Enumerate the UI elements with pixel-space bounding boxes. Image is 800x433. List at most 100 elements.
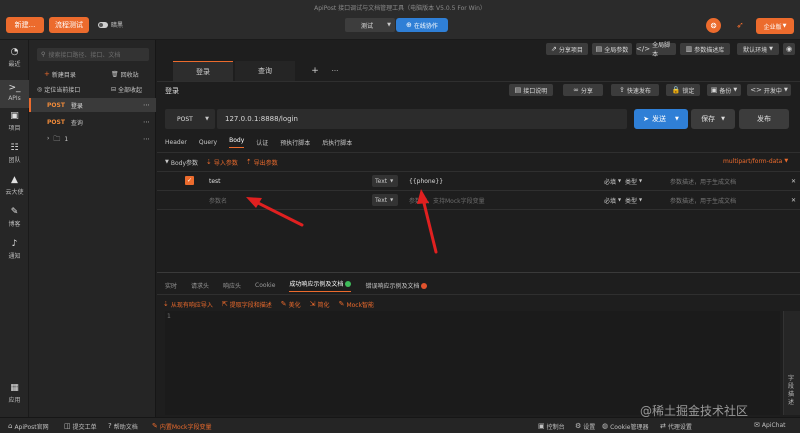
beautify-button[interactable]: ✎ 美化 bbox=[281, 300, 301, 310]
share-project-button[interactable]: ⇗ 分享项目 bbox=[546, 43, 588, 55]
param-desc-lib-button[interactable]: ▥ 参数描述库 bbox=[680, 43, 730, 55]
tree-item-query[interactable]: POST 查询 ⋯ bbox=[29, 115, 156, 129]
import-response-button[interactable]: ⇣ 从现有响应导入 bbox=[163, 300, 213, 310]
label: 控制台 bbox=[546, 424, 565, 431]
chevron-down-icon: ▼ bbox=[675, 115, 679, 122]
api-doc-button[interactable]: ▤ 接口说明 bbox=[509, 84, 553, 96]
param-desc-input[interactable]: 参数描述，用于生成文档 bbox=[670, 193, 736, 207]
submit-ticket-link[interactable]: ◫ 提交工单 bbox=[64, 422, 97, 432]
publish-button[interactable]: 发布 bbox=[739, 109, 789, 129]
resp-tab-req-header[interactable]: 请求头 bbox=[191, 281, 209, 290]
proxy-settings-button[interactable]: ⇄ 代理设置 bbox=[660, 422, 692, 432]
tab-more-button[interactable]: ··· bbox=[327, 61, 343, 81]
env-select[interactable]: 测试 ▼ bbox=[345, 18, 395, 32]
cookie-manager-button[interactable]: ◍ Cookie管理器 bbox=[602, 422, 648, 432]
tree-item-login[interactable]: POST 登录 ⋯ bbox=[29, 98, 156, 112]
url-input[interactable]: 127.0.0.1:8888/login bbox=[217, 109, 627, 129]
rail-item-apps[interactable]: ▦ 应用 bbox=[0, 384, 29, 412]
backup-button[interactable]: ▣ 备份 ▼ bbox=[707, 84, 741, 96]
more-icon[interactable]: ⋯ bbox=[143, 118, 150, 126]
subtab-body[interactable]: Body bbox=[229, 137, 245, 148]
resp-tab-success[interactable]: 成功响应示例及文档 bbox=[289, 279, 352, 292]
tab-query[interactable]: 查询 bbox=[235, 61, 295, 81]
rail-item-recent[interactable]: ◔ 最近 bbox=[0, 48, 29, 76]
code-editor[interactable]: 1 bbox=[165, 311, 780, 415]
rail-item-notify[interactable]: ♪ 通知 bbox=[0, 240, 29, 268]
resp-tab-resp-header[interactable]: 响应头 bbox=[223, 281, 241, 290]
apichat-button[interactable]: ✉ ApiChat bbox=[754, 422, 785, 430]
enterprise-button[interactable]: 企业版 ▼ bbox=[756, 18, 794, 34]
rail-item-blog[interactable]: ✎ 博客 bbox=[0, 208, 29, 236]
subtab-header[interactable]: Header bbox=[165, 139, 187, 146]
mock-vars-link[interactable]: ✎ 内置Mock字段变量 bbox=[152, 422, 212, 432]
theme-toggle[interactable]: 暗黑 bbox=[98, 20, 123, 29]
more-icon[interactable]: ⋯ bbox=[143, 101, 150, 109]
locate-button[interactable]: ◎ 定位当前接口 bbox=[37, 85, 80, 94]
save-button[interactable]: 保存 ▼ bbox=[691, 109, 735, 129]
settings-button[interactable]: ⚙ 设置 bbox=[575, 422, 595, 432]
delete-row-icon[interactable]: ✕ bbox=[791, 193, 796, 207]
row-checkbox[interactable]: ✓ bbox=[185, 176, 194, 185]
param-value-input[interactable]: 参数值，支持Mock字段变量 bbox=[409, 193, 485, 207]
content-type-select[interactable]: multipart/form-data ▼ bbox=[723, 158, 788, 165]
subtab-query[interactable]: Query bbox=[199, 139, 217, 146]
export-params-button[interactable]: ⇡ 导出参数 bbox=[246, 158, 278, 168]
status-select[interactable]: <> 开发中 ▼ bbox=[747, 84, 791, 96]
import-params-button[interactable]: ⇣ 导入参数 bbox=[206, 158, 238, 168]
global-params-button[interactable]: ▤ 全局参数 bbox=[592, 43, 632, 55]
rail-item-apis[interactable]: >_ APIs bbox=[0, 80, 29, 108]
rail-item-ambassador[interactable]: ▲ 云大使 bbox=[0, 176, 29, 204]
help-docs-link[interactable]: ? 帮助文档 bbox=[108, 422, 138, 432]
tab-add-button[interactable]: + bbox=[307, 61, 323, 81]
param-key-input[interactable]: 参数名 bbox=[209, 193, 227, 207]
process-test-button[interactable]: 流程测试 bbox=[49, 17, 89, 33]
global-script-button[interactable]: </> 全局脚本 bbox=[636, 42, 676, 58]
chevron-down-icon: ▼ bbox=[639, 178, 643, 183]
extract-fields-button[interactable]: ⇱ 提取字段和描述 bbox=[222, 300, 272, 310]
subtab-pre-script[interactable]: 预执行脚本 bbox=[280, 138, 310, 147]
mock-icon: ✎ bbox=[338, 300, 345, 308]
tree-search-input[interactable]: ⚲ 搜索接口路径、接口、文档 bbox=[37, 48, 149, 61]
body-params-toggle[interactable]: ▼ Body参数 bbox=[165, 158, 198, 168]
send-button[interactable]: ➤ 发送 ▼ bbox=[634, 109, 688, 129]
param-value[interactable]: {{phone}} bbox=[409, 174, 443, 188]
share-button[interactable]: ∞ 分享 bbox=[563, 84, 603, 96]
recycle-button[interactable]: 🗑 回收站 bbox=[111, 70, 139, 79]
collab-button[interactable]: ⊕ 在线协作 bbox=[396, 18, 448, 32]
rocket-icon[interactable]: ➶ bbox=[734, 18, 746, 33]
rail-item-team[interactable]: ☷ 团队 bbox=[0, 144, 29, 172]
tab-login[interactable]: 登录 bbox=[173, 61, 233, 81]
tree-folder-1[interactable]: › 🗀 1 ⋯ bbox=[29, 132, 156, 146]
required-select[interactable]: 必填 ▼ bbox=[604, 193, 621, 207]
console-button[interactable]: ▣ 控制台 bbox=[538, 422, 565, 432]
ptype-select[interactable]: 类型 ▼ bbox=[625, 193, 642, 207]
param-key[interactable]: test bbox=[209, 174, 221, 188]
param-desc-input[interactable]: 参数描述，用于生成文档 bbox=[670, 174, 736, 188]
apipost-site-link[interactable]: ⌂ ApiPost官网 bbox=[8, 422, 49, 432]
subtab-post-script[interactable]: 后执行脚本 bbox=[322, 138, 352, 147]
gift-icon[interactable]: ❂ bbox=[706, 18, 721, 33]
mock-smart-button[interactable]: ✎ Mock智能 bbox=[338, 300, 375, 310]
default-env-select[interactable]: 默认环境 ▼ bbox=[737, 43, 779, 55]
simplify-button[interactable]: ⇲ 简化 bbox=[310, 300, 330, 310]
eye-button[interactable]: ◉ bbox=[783, 43, 795, 55]
more-icon[interactable]: ⋯ bbox=[143, 135, 150, 143]
resp-tab-cookie[interactable]: Cookie bbox=[255, 282, 275, 289]
rail-item-projects[interactable]: ▣ 项目 bbox=[0, 112, 29, 140]
collapse-all-button[interactable]: ⊟ 全部收起 bbox=[111, 85, 142, 94]
quick-publish-button[interactable]: ⇪ 快速发布 bbox=[611, 84, 659, 96]
method-select[interactable]: POST ▼ bbox=[165, 109, 215, 129]
new-button[interactable]: 新建... bbox=[6, 17, 44, 33]
param-type-select[interactable]: Text ▼ bbox=[372, 194, 398, 206]
lock-button[interactable]: 🔒 锁定 bbox=[666, 84, 700, 96]
params-top-line bbox=[157, 171, 800, 172]
delete-row-icon[interactable]: ✕ bbox=[791, 174, 796, 188]
field-desc-sidebar[interactable]: 字段描述 bbox=[783, 311, 800, 415]
resp-tab-realtime[interactable]: 实时 bbox=[165, 281, 177, 290]
new-dir-button[interactable]: + 新建目录 bbox=[44, 70, 76, 80]
resp-tab-error[interactable]: 错误响应示例及文档 bbox=[365, 281, 428, 290]
param-type-select[interactable]: Text ▼ bbox=[372, 175, 398, 187]
subtab-auth[interactable]: 认证 bbox=[256, 138, 268, 147]
required-select[interactable]: 必填 ▼ bbox=[604, 174, 621, 188]
ptype-select[interactable]: 类型 ▼ bbox=[625, 174, 642, 188]
